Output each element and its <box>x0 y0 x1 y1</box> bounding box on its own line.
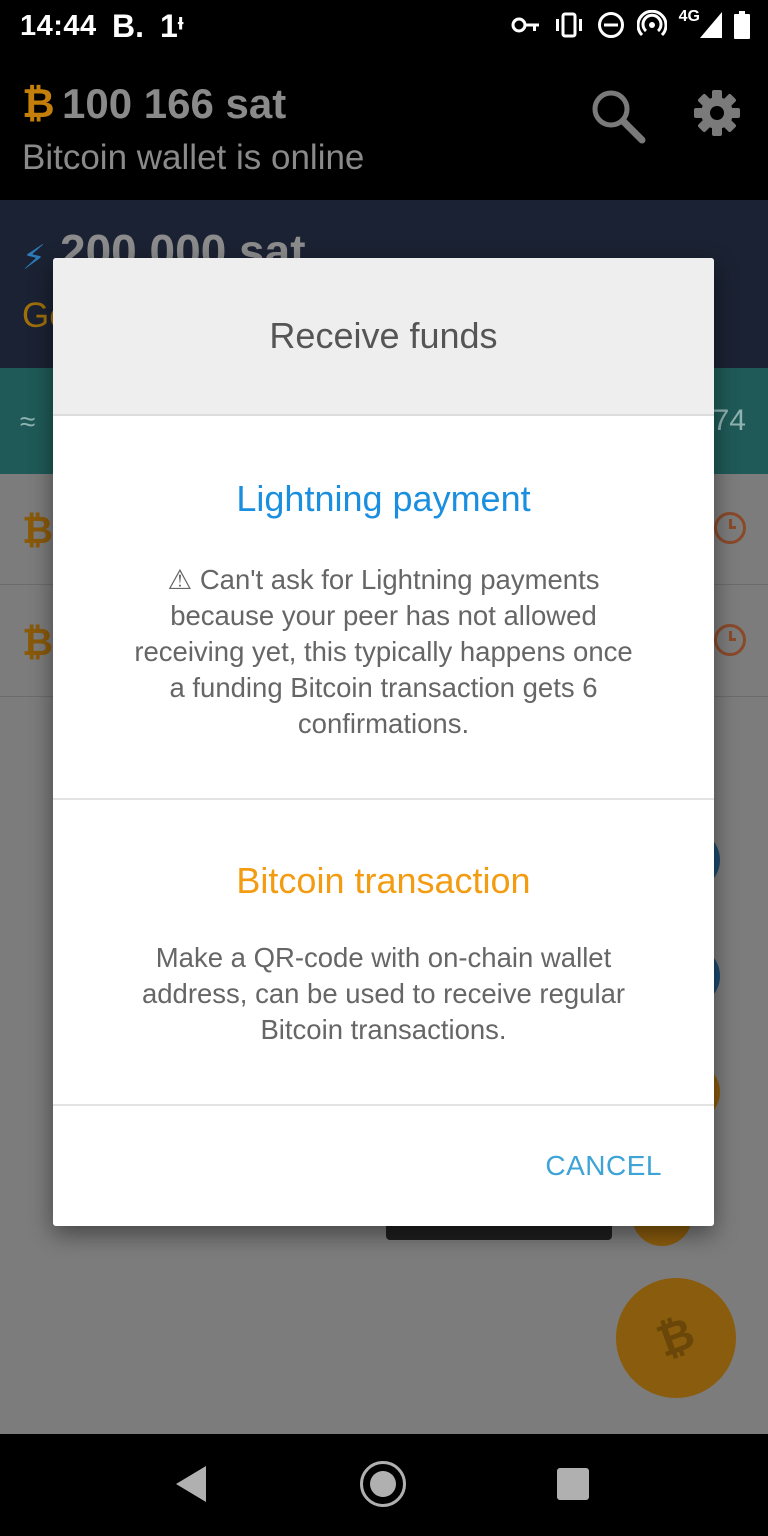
wallet-balance: 100 166 sat <box>62 80 287 127</box>
lightning-option-title: Lightning payment <box>236 478 531 519</box>
vibrate-icon <box>555 12 582 38</box>
navigation-bar <box>0 1434 768 1536</box>
status-time: 14:44 <box>20 10 97 42</box>
receive-funds-dialog: Receive funds Lightning payment ⚠ Can't … <box>53 258 714 1226</box>
dialog-footer: CANCEL <box>53 1106 714 1226</box>
lightning-payment-option[interactable]: Lightning payment ⚠ Can't ask for Lightn… <box>53 416 714 800</box>
search-icon[interactable] <box>588 86 648 146</box>
bitcoin-option-title: Bitcoin transaction <box>236 860 531 901</box>
dialog-title: Receive funds <box>269 315 498 356</box>
approx-icon: ≈ <box>20 406 36 437</box>
dialog-header: Receive funds <box>53 258 714 416</box>
fiat-value: 74 <box>712 404 746 437</box>
bitcoin-transaction-option[interactable]: Bitcoin transaction Make a QR-code with … <box>53 800 714 1106</box>
home-icon[interactable] <box>360 1461 406 1507</box>
hotspot-icon <box>636 10 667 37</box>
lightning-option-description: ⚠ Can't ask for Lightning payments becau… <box>134 564 633 739</box>
status-icons: 4G <box>511 8 750 40</box>
pending-clock-icon <box>714 512 746 544</box>
gear-icon[interactable] <box>692 88 742 138</box>
battery-icon <box>734 11 750 39</box>
wallet-status: Bitcoin wallet is online <box>22 138 365 177</box>
network-type: 4G <box>678 8 700 25</box>
signal-icon <box>700 12 722 38</box>
bitcoin-option-description: Make a QR-code with on-chain wallet addr… <box>141 942 626 1045</box>
lightning-icon: ⚡ <box>22 239 46 277</box>
receive-fab[interactable]: ₿ <box>616 1278 736 1398</box>
back-icon[interactable] <box>176 1466 206 1502</box>
notification-app-icon: B. <box>112 8 144 44</box>
notification-app-icon-2: 1ᶧ <box>160 8 184 44</box>
app-bar: ₿ 100 166 sat Bitcoin wallet is online <box>0 52 768 200</box>
bitcoin-icon: ₿ <box>22 510 53 552</box>
vpn-key-icon <box>511 17 539 33</box>
bitcoin-icon: ₿ <box>22 622 53 664</box>
bitcoin-icon: ₿ <box>22 82 55 126</box>
recent-apps-icon[interactable] <box>557 1468 589 1500</box>
pending-clock-icon <box>714 624 746 656</box>
status-bar: 14:44 B. 1ᶧ 4G <box>0 0 768 52</box>
cancel-button[interactable]: CANCEL <box>545 1150 662 1182</box>
do-not-disturb-icon <box>597 12 624 38</box>
